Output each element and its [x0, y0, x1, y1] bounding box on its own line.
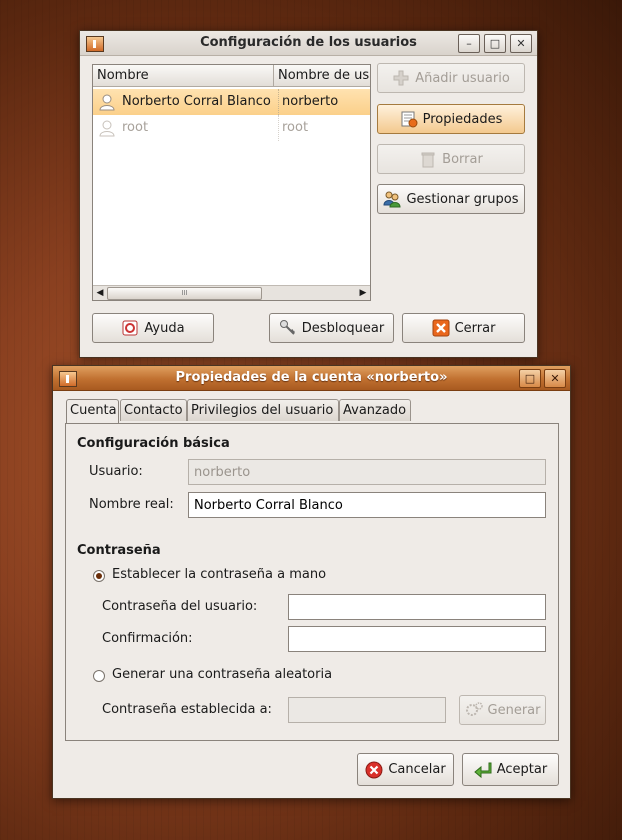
- tab-avanzado[interactable]: Avanzado: [339, 399, 411, 421]
- close-window-button[interactable]: ✕: [510, 34, 532, 53]
- plus-icon: [393, 70, 409, 86]
- properties-icon: [401, 111, 418, 128]
- table-row[interactable]: Norberto Corral Blanco norberto: [93, 89, 370, 115]
- close-window-button[interactable]: ✕: [544, 369, 566, 388]
- maximize-button[interactable]: □: [484, 34, 506, 53]
- gears-icon: [465, 702, 483, 716]
- tab-cuenta[interactable]: Cuenta: [66, 399, 119, 423]
- enter-arrow-icon: [473, 762, 492, 778]
- manage-groups-button[interactable]: Gestionar grupos: [377, 184, 525, 214]
- user-login: root: [278, 115, 372, 141]
- user-login: norberto: [278, 89, 372, 115]
- horizontal-scrollbar[interactable]: ◀ III ▶: [93, 285, 370, 300]
- column-header-name[interactable]: Nombre: [93, 65, 274, 87]
- users-settings-window: Configuración de los usuarios – □ ✕ Nomb…: [79, 30, 538, 358]
- confirm-password-label: Confirmación:: [102, 631, 193, 646]
- user-icon: [99, 94, 115, 111]
- cancel-icon: [365, 761, 383, 778]
- properties-button[interactable]: Propiedades: [377, 104, 525, 134]
- tab-privilegios[interactable]: Privilegios del usuario: [187, 399, 339, 421]
- username-field: [188, 459, 546, 485]
- manual-password-radio[interactable]: [93, 570, 105, 582]
- account-properties-window: Propiedades de la cuenta «norberto» □ ✕ …: [52, 365, 571, 799]
- manual-password-label[interactable]: Establecer la contraseña a mano: [112, 567, 326, 582]
- users-list[interactable]: Nombre Nombre de usu Norberto Corral Bla…: [92, 64, 371, 301]
- keys-icon: [279, 320, 295, 335]
- window-title: Propiedades de la cuenta «norberto»: [175, 370, 448, 385]
- cancel-button[interactable]: Cancelar: [357, 753, 454, 786]
- account-properties-titlebar[interactable]: Propiedades de la cuenta «norberto» □ ✕: [53, 366, 570, 391]
- tab-bar: Cuenta Contacto Privilegios del usuario …: [66, 399, 556, 424]
- table-row[interactable]: root root: [93, 115, 370, 141]
- unlock-button[interactable]: Desbloquear: [269, 313, 394, 343]
- user-password-field[interactable]: [288, 594, 546, 620]
- scrollbar-thumb[interactable]: III: [107, 287, 262, 300]
- column-header-login[interactable]: Nombre de usu: [274, 65, 370, 87]
- basic-settings-heading: Configuración básica: [77, 436, 230, 451]
- help-icon: [122, 320, 138, 336]
- password-set-to-label: Contraseña establecida a:: [102, 702, 272, 717]
- close-button[interactable]: Cerrar: [402, 313, 525, 343]
- scroll-left-arrow[interactable]: ◀: [94, 286, 106, 300]
- user-fullname: Norberto Corral Blanco: [122, 94, 271, 109]
- user-icon: [99, 120, 115, 137]
- random-password-label[interactable]: Generar una contraseña aleatoria: [112, 667, 332, 682]
- users-settings-titlebar[interactable]: Configuración de los usuarios – □ ✕: [80, 31, 537, 56]
- tab-contacto[interactable]: Contacto: [120, 399, 187, 421]
- close-icon: [432, 319, 450, 337]
- tab-panel: Configuración básica Usuario: Nombre rea…: [65, 423, 559, 741]
- username-label: Usuario:: [89, 464, 143, 479]
- maximize-button[interactable]: □: [519, 369, 541, 388]
- add-user-button[interactable]: Añadir usuario: [377, 63, 525, 93]
- delete-button[interactable]: Borrar: [377, 144, 525, 174]
- group-icon: [383, 191, 401, 208]
- accept-button[interactable]: Aceptar: [462, 753, 559, 786]
- realname-label: Nombre real:: [89, 497, 174, 512]
- scroll-right-arrow[interactable]: ▶: [357, 286, 369, 300]
- trash-icon: [421, 152, 435, 168]
- user-fullname: root: [122, 120, 149, 135]
- random-password-radio[interactable]: [93, 670, 105, 682]
- help-button[interactable]: Ayuda: [92, 313, 214, 343]
- generated-password-field: [288, 697, 446, 723]
- minimize-button[interactable]: –: [458, 34, 480, 53]
- generate-button[interactable]: Generar: [459, 695, 546, 725]
- user-password-label: Contraseña del usuario:: [102, 599, 258, 614]
- password-heading: Contraseña: [77, 543, 161, 558]
- realname-field[interactable]: [188, 492, 546, 518]
- confirm-password-field[interactable]: [288, 626, 546, 652]
